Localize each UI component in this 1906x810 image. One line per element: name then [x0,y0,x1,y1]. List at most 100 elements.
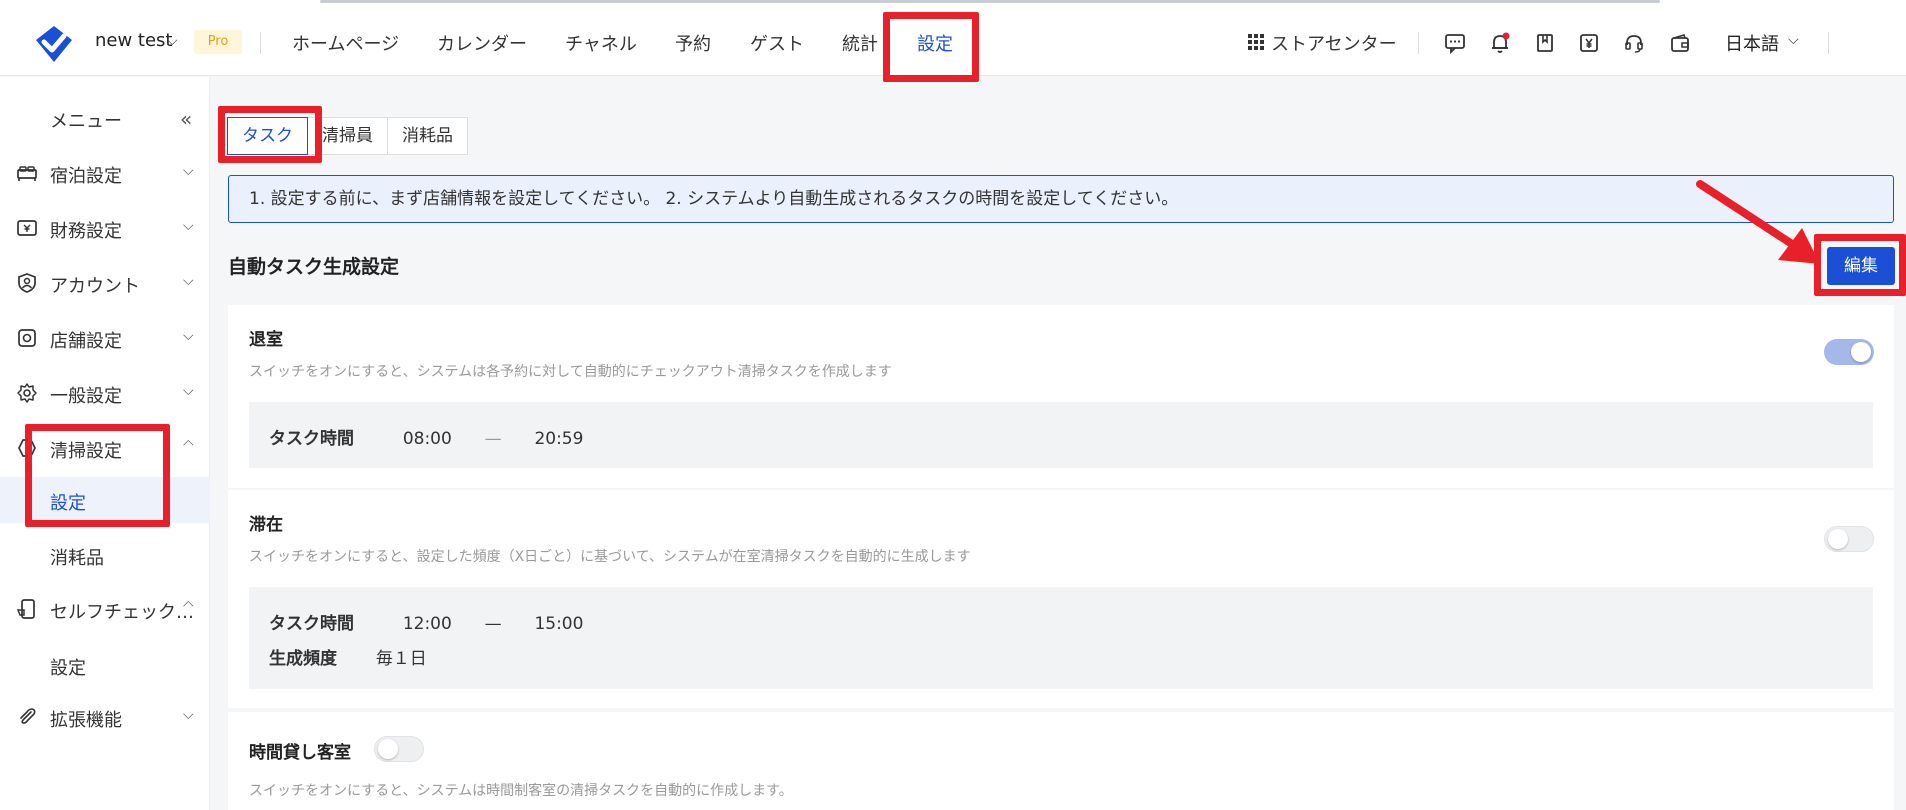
start-time: 08:00 [402,429,452,449]
sidebar-item-label: 宿泊設定 [50,166,122,187]
message-icon[interactable] [1444,32,1466,54]
finance-icon [17,220,37,236]
sidebar-item-label: アカウント [50,276,140,297]
checkout-panel: 退室 スイッチをオンにすると、システムは各予約に対して自動的にチェックアウト清掃… [228,305,1894,488]
settings-tabs: タスク 清掃員 消耗品 [227,117,468,155]
divider [1418,32,1419,54]
hourly-toggle[interactable] [374,736,424,762]
sidebar-sub-cleaning-settings[interactable]: 設定 [0,477,210,523]
frequency-label: 生成頻度 [269,649,337,669]
chevron-down-icon: ⌵ [183,218,194,234]
annotation-arrow [1696,180,1820,264]
yen-icon[interactable] [1578,32,1600,54]
sidebar-item-label: 拡張機能 [50,710,122,731]
task-time-label: タスク時間 [269,429,354,449]
chevron-down-icon: ⌵ [183,707,194,723]
chevron-down-icon[interactable]: ⌵ [167,33,178,49]
scroll-indicator [320,0,1660,3]
store-name[interactable]: new test [95,30,173,51]
language-select[interactable]: 日本語 [1725,30,1779,56]
end-time: 20:59 [534,429,584,449]
sidebar-sub-consumables[interactable]: 消耗品 [0,532,210,578]
tab-cleaners[interactable]: 清掃員 [307,117,388,155]
sidebar-item-store[interactable]: 店舗設定 ⌵ [0,313,210,363]
frequency-value: 毎１日 [375,649,427,669]
sidebar-item-cleaning[interactable]: 清掃設定 ⌵ [0,423,210,473]
bookmark-icon[interactable] [1534,32,1556,54]
nav-settings[interactable]: 設定 [917,30,953,56]
paperclip-icon [20,708,36,724]
sidebar-sub-label: 設定 [50,493,86,514]
divider [260,32,261,54]
store-center-link[interactable]: ストアセンター [1271,30,1397,56]
nav-home[interactable]: ホームページ [292,30,399,56]
gear-icon [17,383,37,403]
sidebar-item-finance[interactable]: 財務設定 ⌵ [0,203,210,253]
collapse-icon[interactable]: « [180,107,192,131]
checkout-toggle[interactable] [1824,339,1874,365]
sidebar-sub-selfcheck-settings[interactable]: 設定 [0,642,210,688]
bell-icon[interactable] [1489,32,1511,54]
self-checkin-icon [16,599,35,619]
time-dash: — [484,429,502,449]
nav-calendar[interactable]: カレンダー [437,30,527,56]
stay-toggle[interactable] [1824,526,1874,552]
account-icon [18,273,36,293]
chevron-down-icon[interactable]: ⌵ [1788,32,1799,48]
checkout-description: スイッチをオンにすると、システムは各予約に対して自動的にチェックアウト清掃タスク… [249,364,892,380]
hourly-panel: 時間貸し客室 スイッチをオンにすると、システムは時間制客室の清掃タスクを自動的に… [228,712,1894,810]
chevron-down-icon: ⌵ [183,163,194,179]
frequency-row: 生成頻度 毎１日 [269,644,427,669]
chevron-up-icon: ⌵ [183,436,194,452]
chevron-down-icon: ⌵ [183,273,194,289]
sidebar: メニュー « 宿泊設定 ⌵ 財務設定 ⌵ アカウント ⌵ 店舗設定 ⌵ 一般設定… [0,77,210,810]
nav-statistics[interactable]: 統計 [842,30,878,56]
cleaning-icon [18,439,36,457]
hourly-title: 時間貸し客室 [249,743,351,763]
bed-icon [17,166,37,181]
sidebar-item-general[interactable]: 一般設定 ⌵ [0,368,210,418]
edit-button[interactable]: 編集 [1827,247,1895,285]
top-header: new test ⌵ Pro ホームページ カレンダー チャネル 予約 ゲスト … [0,4,1906,76]
sidebar-item-extensions[interactable]: 拡張機能 ⌵ [0,692,210,742]
wallet-icon[interactable] [1669,32,1691,54]
stay-description: スイッチをオンにすると、設定した頻度（X日ごと）に基づいて、システムが在室清掃タ… [249,549,971,565]
sidebar-item-self-checkin[interactable]: セルフチェック… ⌵ [0,584,210,634]
sidebar-item-label: 清掃設定 [50,441,122,462]
logo-icon [36,26,72,62]
task-time-row: タスク時間 12:00 — 15:00 [269,609,583,634]
time-dash: — [484,614,502,634]
sidebar-sub-label: 設定 [50,658,86,679]
nav-reservation[interactable]: 予約 [675,30,711,56]
stay-panel: 滞在 スイッチをオンにすると、設定した頻度（X日ごと）に基づいて、システムが在室… [228,490,1894,708]
hourly-description: スイッチをオンにすると、システムは時間制客室の清掃タスクを自動的に作成します。 [249,783,793,799]
pro-badge: Pro [194,30,242,54]
headset-icon[interactable] [1623,32,1645,54]
nav-guest[interactable]: ゲスト [750,30,804,56]
checkout-title: 退室 [249,330,283,350]
tab-consumables[interactable]: 消耗品 [387,117,468,155]
stay-title: 滞在 [249,515,283,535]
nav-channel[interactable]: チャネル [565,30,637,56]
info-notice: 1. 設定する前に、まず店舗情報を設定してください。 2. システムより自動生成… [228,175,1894,223]
end-time: 15:00 [534,614,584,634]
store-icon [18,329,36,347]
chevron-down-icon: ⌵ [183,328,194,344]
sidebar-sub-label: 消耗品 [50,548,104,569]
sidebar-item-account[interactable]: アカウント ⌵ [0,258,210,308]
grid-icon [1248,34,1264,50]
start-time: 12:00 [402,614,452,634]
sidebar-item-label: 一般設定 [50,386,122,407]
task-time-row: タスク時間 08:00 — 20:59 [269,424,583,449]
sidebar-item-label: セルフチェック… [50,602,194,623]
sidebar-item-label: 財務設定 [50,221,122,242]
divider [1828,32,1829,54]
chevron-up-icon: ⌵ [183,597,194,613]
stay-time-box: タスク時間 12:00 — 15:00 生成頻度 毎１日 [249,587,1873,689]
section-title: 自動タスク生成設定 [228,256,400,278]
menu-title: メニュー [50,111,122,132]
sidebar-item-lodging[interactable]: 宿泊設定 ⌵ [0,148,210,198]
checkout-time-box: タスク時間 08:00 — 20:59 [249,402,1873,468]
sidebar-item-label: 店舗設定 [50,331,122,352]
tab-task[interactable]: タスク [227,117,308,155]
